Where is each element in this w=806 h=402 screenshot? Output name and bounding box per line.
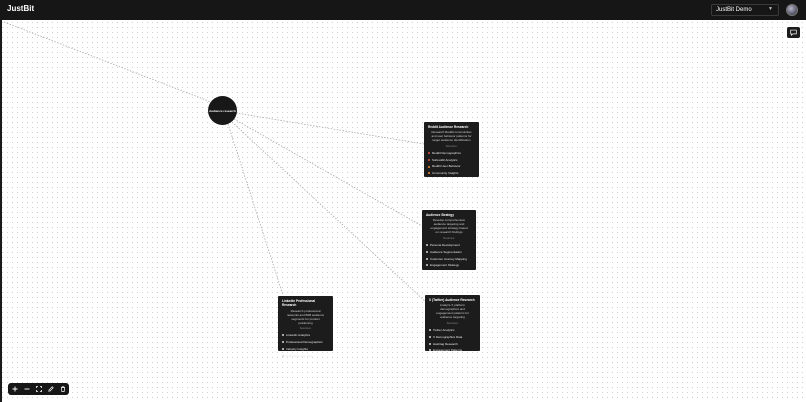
canvas-left-border xyxy=(0,20,2,402)
zoom-out-button[interactable] xyxy=(21,383,33,395)
card-sources-label: Sources: xyxy=(299,326,312,331)
fit-view-button[interactable] xyxy=(33,383,45,395)
mindmap-canvas[interactable] xyxy=(0,20,806,402)
chat-button[interactable] xyxy=(787,27,800,38)
plus-icon xyxy=(12,386,18,392)
card-description: Develop comprehensive audience targeting… xyxy=(430,218,468,235)
card-linkedin-professional-research[interactable]: LinkedIn Professional Research Research … xyxy=(278,296,333,358)
app-brand[interactable]: JustBit xyxy=(7,4,34,13)
bullet-icon xyxy=(429,328,431,331)
card-reddit-audience-research[interactable]: Reddit Audience Research Research Reddit… xyxy=(424,122,479,177)
bullet-icon xyxy=(426,257,428,260)
bullet-icon xyxy=(282,347,284,350)
draw-button[interactable] xyxy=(45,383,57,395)
card-source-item[interactable]: Engagement Strategy xyxy=(426,263,472,267)
root-node-label: Audience research xyxy=(209,108,236,113)
card-title: Audience Strategy xyxy=(426,213,454,217)
card-sources-label: Sources: xyxy=(443,236,455,240)
card-sources-label: Sources: xyxy=(445,143,458,148)
reddit-icon xyxy=(428,158,430,161)
card-source-item[interactable]: B2B Marketing Tools xyxy=(282,354,329,358)
card-source-item[interactable]: Hashtag Research xyxy=(429,342,476,346)
trash-icon xyxy=(61,386,65,392)
pen-icon xyxy=(48,386,54,392)
bullet-icon xyxy=(426,250,428,253)
top-bar: JustBit JustBit Demo ▼ xyxy=(0,0,806,20)
card-source-item[interactable]: Industry Insights xyxy=(282,347,329,351)
reddit-icon xyxy=(428,165,430,168)
root-node[interactable]: Audience research xyxy=(208,96,237,125)
chevron-down-icon: ▼ xyxy=(768,6,773,12)
card-source-item[interactable]: Twitter Analytics xyxy=(429,328,476,332)
chat-bubble-icon xyxy=(790,29,797,36)
card-description: Analyze X platform demographics and enga… xyxy=(436,303,469,320)
canvas-toolbar xyxy=(8,383,69,395)
minus-icon xyxy=(24,388,30,390)
workspace-select-value: JustBit Demo xyxy=(716,7,752,13)
bullet-icon xyxy=(282,354,284,357)
card-source-item[interactable]: Reddit Demographics xyxy=(428,151,475,155)
bullet-icon xyxy=(282,341,284,344)
bullet-icon xyxy=(426,243,428,246)
card-source-item[interactable]: Subreddit Analytics xyxy=(428,158,475,162)
workspace-select[interactable]: JustBit Demo ▼ xyxy=(711,4,779,16)
fit-view-icon xyxy=(36,386,42,392)
bullet-icon xyxy=(429,342,431,345)
card-source-item[interactable]: LinkedIn Analytics xyxy=(282,333,329,337)
bullet-icon xyxy=(282,334,284,337)
zoom-in-button[interactable] xyxy=(9,383,21,395)
card-source-item[interactable]: Customer Journey Mapping xyxy=(426,257,472,261)
bullet-icon xyxy=(429,349,431,352)
avatar[interactable] xyxy=(786,4,798,16)
card-sources-label: Sources: xyxy=(446,321,459,325)
card-source-item[interactable]: Engagement Patterns xyxy=(429,348,476,352)
card-source-item[interactable]: X Demographics Data xyxy=(429,335,476,339)
reddit-icon xyxy=(428,151,430,154)
card-description: Research professional networks and B2B a… xyxy=(286,308,325,325)
bullet-icon xyxy=(426,264,428,267)
card-source-item[interactable]: Community Insights xyxy=(428,171,475,175)
card-description: Research Reddit communities and user beh… xyxy=(431,130,472,143)
card-audience-strategy[interactable]: Audience Strategy Develop comprehensive … xyxy=(422,210,476,270)
card-source-item[interactable]: Persona Development xyxy=(426,243,472,247)
card-source-item[interactable]: Professional Demographics xyxy=(282,340,329,344)
card-source-item[interactable]: Audience Segmentation xyxy=(426,250,472,254)
card-title: Reddit Audience Research xyxy=(428,125,469,129)
reddit-icon xyxy=(428,172,430,175)
delete-button[interactable] xyxy=(57,383,69,395)
card-source-item[interactable]: Reddit User Behavior xyxy=(428,164,475,168)
card-title: LinkedIn Professional Research xyxy=(282,299,316,308)
card-x-twitter-audience-research[interactable]: X (Twitter) Audience Research Analyze X … xyxy=(425,295,480,352)
card-title: X (Twitter) Audience Research xyxy=(429,298,475,302)
bullet-icon xyxy=(429,335,431,338)
